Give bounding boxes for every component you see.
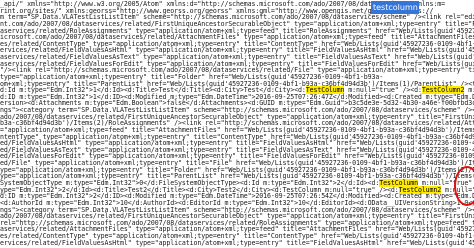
xml-source-viewer[interactable]: _api/" xmlns="http://www.w3.org/2005/Ato… xyxy=(0,0,474,248)
red-circle-annotation xyxy=(454,166,474,206)
find-query-text: testcolumn xyxy=(373,3,418,12)
find-in-page-input[interactable]: testcolumn xyxy=(371,1,419,14)
source-line: ervices/related/FieldValuesAsHtml" type=… xyxy=(0,239,474,248)
source-text: ervices/related/FieldValuesAsHtml" type=… xyxy=(0,238,474,247)
